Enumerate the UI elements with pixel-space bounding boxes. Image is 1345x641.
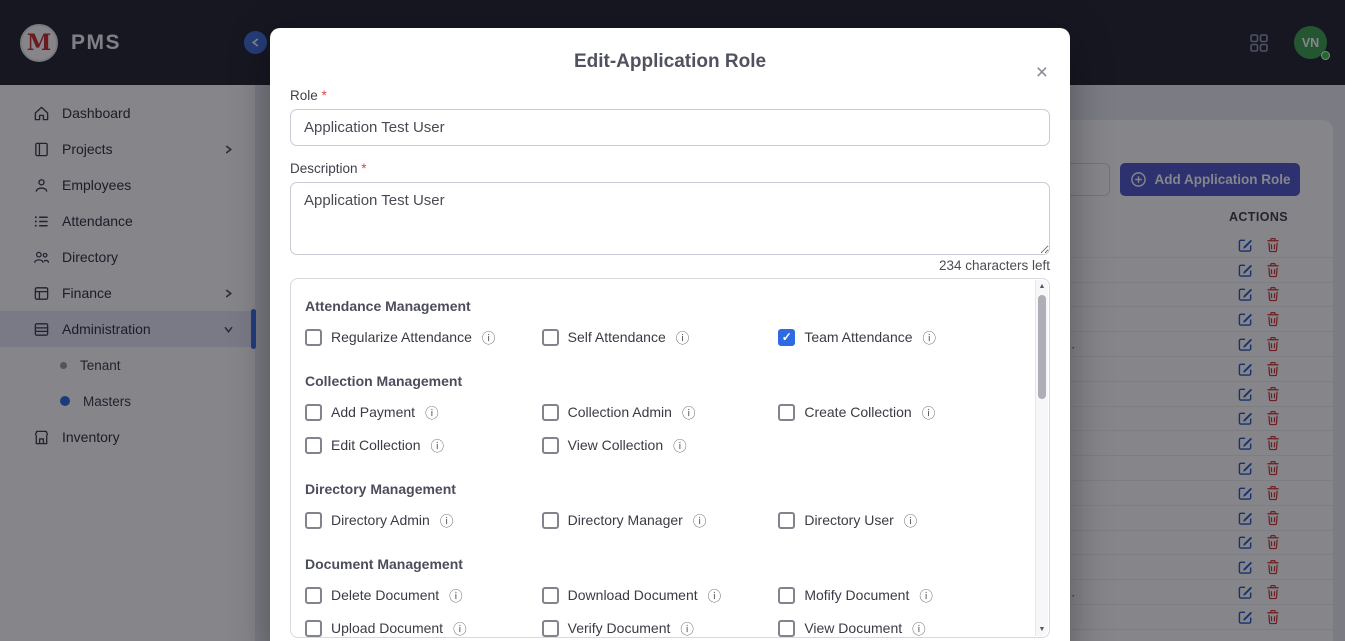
permission-item: View Collection ⓘ — [542, 435, 779, 455]
checkbox[interactable] — [778, 587, 795, 604]
checkbox[interactable] — [542, 512, 559, 529]
permission-group: Directory ManagementDirectory AdminⓘDire… — [305, 481, 1015, 530]
permission-item: Collection Admin ⓘ — [542, 402, 779, 422]
info-icon[interactable]: ⓘ — [912, 618, 926, 638]
permission-label: Directory Manager — [568, 512, 683, 528]
permission-group-title: Attendance Management — [305, 298, 1015, 314]
permission-item: Edit Collection ⓘ — [305, 435, 542, 455]
permission-label: Create Collection — [804, 404, 911, 420]
permission-label: Directory Admin — [331, 512, 430, 528]
permission-label: Delete Document — [331, 587, 439, 603]
permission-label: Collection Admin — [568, 404, 672, 420]
permission-group-title: Directory Management — [305, 481, 1015, 497]
permission-label: Mofify Document — [804, 587, 909, 603]
permission-item: View Document ⓘ — [778, 618, 1015, 638]
permission-group-title: Collection Management — [305, 373, 1015, 389]
permission-grid: Regularize Attendance ⓘ Self Attendance ⓘ ✓ T… — [305, 327, 1015, 347]
permission-item: Verify Document ⓘ — [542, 618, 779, 638]
description-label: Description * — [290, 161, 1050, 176]
info-icon[interactable]: ⓘ — [676, 327, 690, 347]
info-icon[interactable]: ⓘ — [431, 435, 445, 455]
checkbox[interactable] — [778, 620, 795, 637]
permission-grid: Directory AdminⓘDirectory ManagerⓘDirect… — [305, 510, 1015, 530]
required-asterisk: * — [361, 161, 366, 176]
permission-groups: Attendance Management Regularize Attendan… — [291, 279, 1049, 638]
permission-item: Directory User ⓘ — [778, 510, 1015, 530]
permission-item: Directory Admin ⓘ — [305, 510, 542, 530]
checkbox[interactable]: ✓ — [778, 329, 795, 346]
permission-item: Create Collection ⓘ — [778, 402, 1015, 422]
checkbox[interactable] — [778, 512, 795, 529]
checkbox[interactable] — [305, 404, 322, 421]
permission-item: Delete Document ⓘ — [305, 585, 542, 605]
permission-label: View Collection — [568, 437, 663, 453]
info-icon[interactable]: ⓘ — [904, 510, 918, 530]
checkbox[interactable] — [778, 404, 795, 421]
checkbox[interactable] — [542, 620, 559, 637]
checkbox[interactable] — [542, 404, 559, 421]
permission-item: Regularize Attendance ⓘ — [305, 327, 542, 347]
info-icon[interactable]: ⓘ — [453, 618, 467, 638]
permission-label: Team Attendance — [804, 329, 912, 345]
close-icon[interactable]: × — [1036, 62, 1048, 83]
info-icon[interactable]: ⓘ — [482, 327, 496, 347]
role-label-text: Role — [290, 88, 318, 103]
info-icon[interactable]: ⓘ — [680, 618, 694, 638]
permission-label: Verify Document — [568, 620, 671, 636]
info-icon[interactable]: ⓘ — [708, 585, 722, 605]
info-icon[interactable]: ⓘ — [919, 585, 933, 605]
permission-grid: Add PaymentⓘCollection AdminⓘCreate Coll… — [305, 402, 1015, 455]
permission-label: Add Payment — [331, 404, 415, 420]
modal-title: Edit-Application Role — [290, 28, 1050, 73]
permissions-scrollbar[interactable]: ▲ ▼ — [1035, 280, 1048, 636]
required-asterisk: * — [322, 88, 327, 103]
permission-item: Upload Document ⓘ — [305, 618, 542, 638]
permission-group: Attendance Management Regularize Attendan… — [305, 298, 1015, 347]
permission-label: Upload Document — [331, 620, 443, 636]
characters-left-counter: 234 characters left — [290, 258, 1050, 273]
permission-item: Add Payment ⓘ — [305, 402, 542, 422]
scrollbar-thumb[interactable] — [1038, 295, 1046, 399]
edit-application-role-modal: Edit-Application Role × Role * Descripti… — [270, 28, 1070, 641]
role-label: Role * — [290, 88, 1050, 103]
permission-item: Self Attendance ⓘ — [542, 327, 779, 347]
info-icon[interactable]: ⓘ — [673, 435, 687, 455]
info-icon[interactable]: ⓘ — [693, 510, 707, 530]
description-label-text: Description — [290, 161, 358, 176]
checkbox[interactable] — [305, 512, 322, 529]
permissions-box: Attendance Management Regularize Attendan… — [290, 278, 1050, 638]
checkbox[interactable] — [305, 620, 322, 637]
permission-group: Collection ManagementAdd PaymentⓘCollect… — [305, 373, 1015, 455]
checkbox[interactable] — [542, 437, 559, 454]
info-icon[interactable]: ⓘ — [922, 402, 936, 422]
permission-label: Download Document — [568, 587, 698, 603]
permission-label: Regularize Attendance — [331, 329, 472, 345]
permission-item: Directory Manager ⓘ — [542, 510, 779, 530]
checkbox[interactable] — [305, 329, 322, 346]
info-icon[interactable]: ⓘ — [425, 402, 439, 422]
info-icon[interactable]: ⓘ — [923, 327, 937, 347]
checkbox[interactable] — [305, 587, 322, 604]
scroll-down-icon[interactable]: ▼ — [1036, 626, 1048, 633]
permission-group: Document ManagementDelete DocumentⓘDownl… — [305, 556, 1015, 638]
permission-grid: Delete DocumentⓘDownload DocumentⓘMofify… — [305, 585, 1015, 638]
permission-label: Directory User — [804, 512, 893, 528]
info-icon[interactable]: ⓘ — [440, 510, 454, 530]
permission-item: Download Document ⓘ — [542, 585, 779, 605]
description-textarea[interactable]: Application Test User — [290, 182, 1050, 255]
scroll-up-icon[interactable]: ▲ — [1036, 283, 1048, 290]
info-icon[interactable]: ⓘ — [449, 585, 463, 605]
permission-item: Mofify Document ⓘ — [778, 585, 1015, 605]
permission-item: ✓ Team Attendance ⓘ — [778, 327, 1015, 347]
role-input[interactable] — [290, 109, 1050, 146]
permission-label: Edit Collection — [331, 437, 421, 453]
permission-group-title: Document Management — [305, 556, 1015, 572]
checkbox[interactable] — [542, 587, 559, 604]
permission-label: View Document — [804, 620, 902, 636]
permission-label: Self Attendance — [568, 329, 666, 345]
checkbox[interactable] — [305, 437, 322, 454]
info-icon[interactable]: ⓘ — [682, 402, 696, 422]
checkbox[interactable] — [542, 329, 559, 346]
